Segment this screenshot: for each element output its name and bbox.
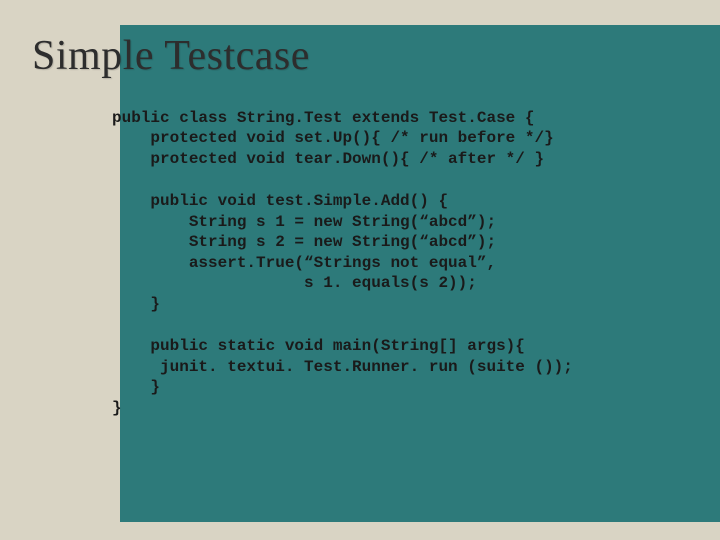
code-line: }: [112, 378, 160, 396]
code-line: String s 1 = new String(“abcd”);: [112, 213, 496, 231]
code-line: s 1. equals(s 2));: [112, 274, 477, 292]
code-line: protected void tear.Down(){ /* after */ …: [112, 150, 544, 168]
code-line: public class String.Test extends Test.Ca…: [112, 109, 534, 127]
code-line: }: [112, 295, 160, 313]
code-line: assert.True(“Strings not equal”,: [112, 254, 496, 272]
code-block: public class String.Test extends Test.Ca…: [32, 108, 720, 418]
bg-bottom-band: [0, 522, 720, 540]
code-line: protected void set.Up(){ /* run before *…: [112, 129, 554, 147]
code-line: public void test.Simple.Add() {: [112, 192, 448, 210]
code-line: String s 2 = new String(“abcd”);: [112, 233, 496, 251]
slide-content: Simple Testcase public class String.Test…: [0, 0, 720, 418]
slide-title: Simple Testcase: [32, 32, 720, 80]
code-line: public static void main(String[] args){: [112, 337, 525, 355]
code-line: junit. textui. Test.Runner. run (suite (…: [112, 358, 573, 376]
code-line: }: [112, 399, 122, 417]
